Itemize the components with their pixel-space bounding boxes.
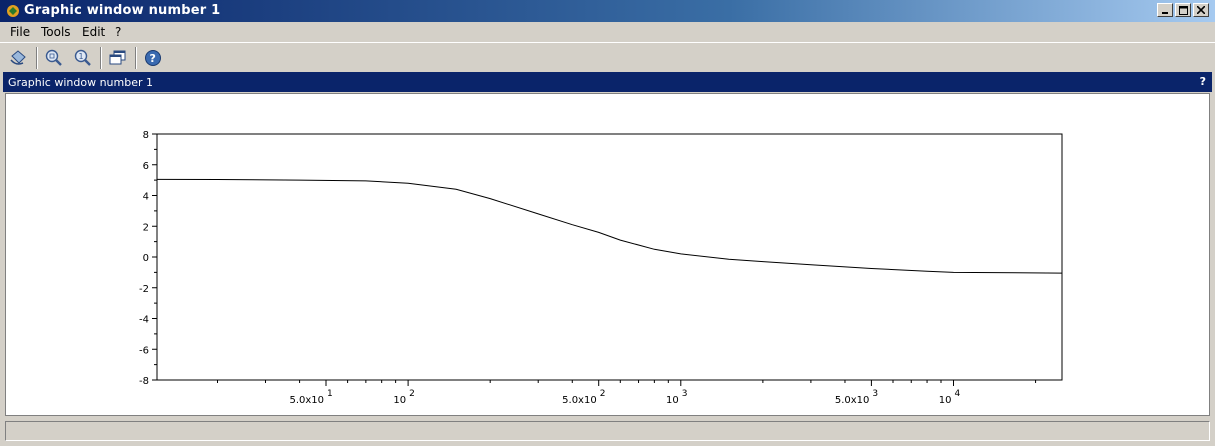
menu-tools[interactable]: Tools (41, 25, 71, 39)
y-tick-label: 0 (143, 253, 149, 264)
x-tick-label: 10 (666, 395, 679, 406)
menu-bar: File Tools Edit ? (0, 22, 1215, 42)
toolbar-separator (100, 47, 102, 69)
y-tick-label: -2 (139, 284, 149, 295)
panel-header: Graphic window number 1 ? (3, 72, 1212, 92)
y-tick-label: -4 (139, 315, 149, 326)
windows-button[interactable] (106, 46, 130, 70)
y-tick-label: 4 (143, 192, 149, 203)
menu-edit[interactable]: Edit (82, 25, 105, 39)
toolbar: 1 ? (0, 42, 1215, 73)
toolbar-separator (135, 47, 137, 69)
graphic-canvas[interactable]: 8 6 4 2 0 -2 -4 -6 -8 5.0x10 1 10 2 5.0x10 2 10 3 5.0x10 3… (5, 93, 1210, 416)
zoom-button[interactable] (42, 46, 66, 70)
y-tick-label: 8 (143, 130, 149, 141)
x-tick-exponent: 2 (409, 389, 415, 399)
close-icon (1197, 6, 1205, 14)
windows-icon (109, 50, 126, 65)
status-bar (5, 421, 1210, 441)
x-tick-label: 5.0x10 (562, 395, 597, 406)
rotate-button[interactable] (6, 46, 30, 70)
x-tick-label: 5.0x10 (835, 395, 870, 406)
maximize-button[interactable] (1175, 3, 1191, 17)
maximize-icon (1178, 5, 1188, 15)
x-tick-exponent: 2 (600, 389, 606, 399)
svg-text:1: 1 (79, 52, 84, 61)
plot-frame (156, 133, 1063, 381)
toolbar-separator (36, 47, 38, 69)
minimize-icon (1162, 12, 1168, 14)
x-tick-label: 10 (393, 395, 406, 406)
window-title: Graphic window number 1 (24, 3, 221, 18)
panel-help-button[interactable]: ? (1200, 75, 1206, 88)
plot-svg: 86420-2-4-6-85.0x1011025.0x1021035.0x103… (139, 130, 1063, 406)
x-tick-exponent: 3 (872, 389, 878, 399)
zoom-in-icon (45, 49, 62, 66)
x-tick-label: 5.0x10 (289, 395, 324, 406)
minimize-button[interactable] (1157, 3, 1173, 17)
y-tick-label: 2 (143, 222, 149, 233)
panel-title: Graphic window number 1 (8, 76, 153, 89)
scilab-app-icon (7, 5, 19, 17)
help-circle-icon: ? (145, 50, 161, 66)
x-tick-exponent: 4 (954, 389, 960, 399)
x-tick-exponent: 1 (327, 389, 333, 399)
svg-text:?: ? (150, 52, 156, 65)
x-tick-label: 10 (939, 395, 952, 406)
menu-file[interactable]: File (10, 25, 30, 39)
data-line (156, 178, 1063, 274)
x-tick-exponent: 3 (682, 389, 688, 399)
unzoom-button[interactable]: 1 (71, 46, 95, 70)
title-bar: Graphic window number 1 (0, 0, 1215, 22)
y-tick-label: -8 (139, 376, 149, 387)
y-tick-label: 6 (143, 161, 149, 172)
y-tick-label: -6 (139, 345, 149, 356)
rotate-icon (10, 50, 26, 65)
help-button[interactable]: ? (141, 46, 165, 70)
close-button[interactable] (1193, 3, 1209, 17)
zoom-reset-icon: 1 (74, 49, 91, 66)
window-controls (1157, 3, 1209, 17)
menu-help[interactable]: ? (115, 25, 121, 39)
